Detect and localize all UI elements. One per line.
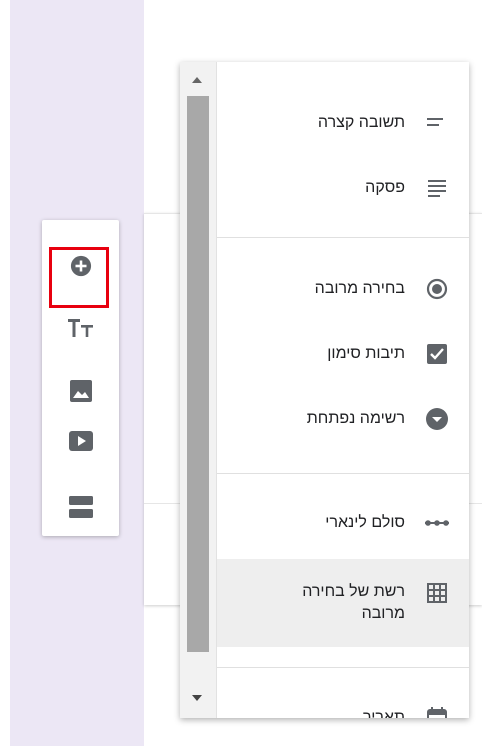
menu-item-multiple-choice-grid[interactable]: רשת של בחירה מרובה [217,559,469,647]
menu-item-label: סולם לינארי [325,514,405,531]
menu-item-label: רשימה נפתחת [306,410,405,427]
title-text-icon [67,319,93,337]
menu-item-multiple-choice[interactable]: בחירה מרובה [217,261,469,317]
menu-item-label: תשובה קצרה [317,114,405,131]
menu-divider [217,473,469,474]
menu-item-label: פסקה [365,179,405,196]
menu-item-label: רשת של בחירה מרובה [302,583,405,622]
menu-item-paragraph[interactable]: פסקה [217,160,469,216]
menu-item-dropdown[interactable]: רשימה נפתחת [217,391,469,447]
scroll-down-arrow-icon[interactable] [191,694,203,702]
linear-scale-icon [425,511,449,535]
menu-item-label: תאריך [362,709,405,718]
add-video-button[interactable] [42,415,119,467]
dropdown-icon [425,407,449,431]
paragraph-icon [425,176,449,200]
menu-item-linear-scale[interactable]: סולם לינארי [217,495,469,551]
image-icon [69,380,92,402]
short-answer-icon [425,111,449,135]
plus-circle-icon [70,255,91,277]
menu-item-short-answer[interactable]: תשובה קצרה [217,95,469,151]
menu-item-checkboxes[interactable]: תיבות סימון [217,326,469,382]
grid-icon [425,581,449,605]
menu-divider [217,237,469,238]
menu-item-label: בחירה מרובה [314,280,405,297]
add-title-button[interactable] [42,302,119,354]
menu-divider [217,667,469,668]
scroll-up-arrow-icon[interactable] [191,76,203,84]
calendar-icon [425,706,449,718]
menu-item-date[interactable]: תאריך [217,690,469,718]
video-icon [68,431,93,451]
menu-scrollbar[interactable] [180,62,217,718]
section-icon [68,496,93,518]
question-type-menu: תשובה קצרה פסקה בחירה מרובה תיבות סימון … [180,62,469,718]
add-section-button[interactable] [42,481,119,533]
add-image-button[interactable] [42,365,119,417]
add-question-button[interactable] [42,240,119,308]
checkbox-icon [425,342,449,366]
radio-button-icon [425,277,449,301]
scrollbar-thumb[interactable] [187,96,209,652]
menu-item-label: תיבות סימון [327,345,405,362]
floating-toolbar [42,220,119,536]
